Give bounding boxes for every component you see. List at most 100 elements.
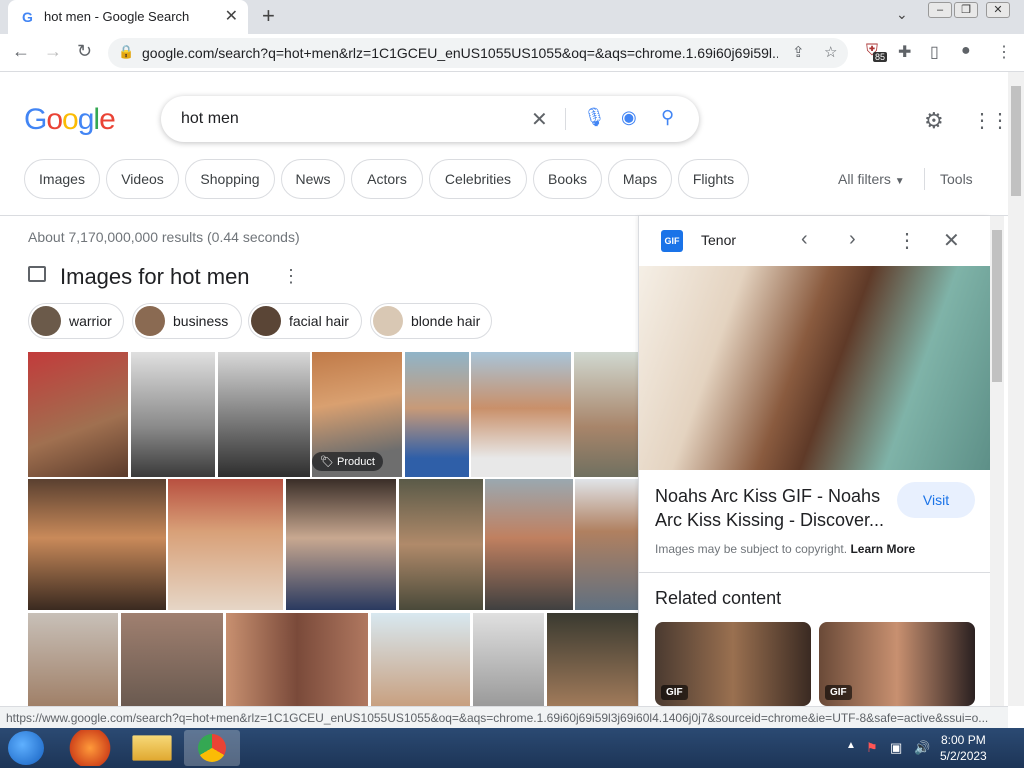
image-section-icon (28, 266, 46, 282)
image-result[interactable] (471, 352, 571, 477)
learn-more-link[interactable]: Learn More (850, 542, 915, 556)
chip-thumbnail (135, 306, 165, 336)
related-image[interactable]: GIF (819, 622, 975, 706)
image-result[interactable] (226, 613, 368, 706)
google-logo[interactable]: Google (24, 103, 116, 137)
google-apps-icon[interactable]: ⋮⋮⋮ (972, 108, 1008, 133)
filter-chip-news[interactable]: News (281, 159, 345, 199)
camera-search-icon[interactable]: ◉ (621, 107, 637, 128)
image-result[interactable] (28, 479, 166, 610)
image-result[interactable] (131, 352, 215, 477)
tenor-gif-icon: GIF (661, 230, 683, 252)
clock[interactable]: 8:00 PM 5/2/2023 (940, 732, 987, 764)
address-bar[interactable]: 🔒 google.com/search?q=hot+men&rlz=1C1GCE… (108, 38, 848, 68)
network-icon[interactable]: ▣ (890, 740, 902, 756)
image-result[interactable] (485, 479, 573, 610)
chrome-icon (198, 734, 226, 762)
close-window-button[interactable]: ✕ (986, 2, 1010, 18)
image-result[interactable] (286, 479, 396, 610)
restore-button[interactable]: ❐ (954, 2, 978, 18)
filter-chip-actors[interactable]: Actors (351, 159, 423, 199)
minimize-button[interactable]: – (928, 2, 952, 18)
all-filters-button[interactable]: All filters ▼ (838, 171, 905, 187)
caret-down-icon: ▼ (894, 176, 905, 187)
tools-divider (924, 168, 925, 190)
filter-chip-maps[interactable]: Maps (608, 159, 672, 199)
filter-chip-celebrities[interactable]: Celebrities (429, 159, 527, 199)
file-explorer-icon[interactable] (132, 735, 172, 761)
tab-search-chevron-icon[interactable]: ⌄ (896, 6, 908, 23)
refine-chip-warrior[interactable]: warrior (28, 303, 124, 339)
image-result[interactable] (121, 613, 223, 706)
lock-icon[interactable]: 🔒 (118, 44, 134, 60)
bookmark-star-icon[interactable]: ☆ (824, 43, 837, 61)
tab-strip: G hot men - Google Search ✕ + ⌄ – ❐ ✕ (0, 0, 1024, 34)
tab-active[interactable]: G hot men - Google Search ✕ (8, 0, 248, 34)
preview-title[interactable]: Noahs Arc Kiss GIF - Noahs Arc Kiss Kiss… (655, 484, 891, 532)
close-tab-icon[interactable]: ✕ (225, 6, 238, 26)
extensions-puzzle-icon[interactable]: ✚ (898, 42, 911, 62)
copyright-text: Images may be subject to copyright. (655, 542, 851, 556)
image-result[interactable] (371, 613, 470, 706)
new-tab-button[interactable]: + (262, 3, 275, 29)
share-icon[interactable]: ⇪ (792, 43, 805, 61)
image-result[interactable] (28, 352, 128, 477)
tray-arrow-icon[interactable]: ▲ (846, 740, 856, 751)
filter-chip-videos[interactable]: Videos (106, 159, 179, 199)
filter-chip-books[interactable]: Books (533, 159, 602, 199)
close-panel-icon[interactable]: ✕ (943, 228, 960, 253)
image-result[interactable] (168, 479, 283, 610)
clear-search-icon[interactable]: ✕ (531, 107, 548, 132)
refine-chip-business[interactable]: business (132, 303, 242, 339)
refine-chip-label: blonde hair (411, 313, 481, 329)
profile-avatar-icon[interactable]: ● (961, 42, 971, 60)
settings-gear-icon[interactable]: ⚙ (924, 108, 944, 134)
image-result[interactable] (547, 613, 638, 706)
image-result[interactable] (575, 479, 638, 610)
more-options-icon[interactable]: ⋮ (282, 266, 300, 287)
previous-image-icon[interactable]: ‹ (801, 228, 808, 251)
tools-button[interactable]: Tools (940, 171, 973, 187)
image-preview-panel: GIF Tenor ‹ › ⋮ ✕ Noahs Arc Kiss GIF - N… (638, 216, 991, 706)
chip-thumbnail (251, 306, 281, 336)
images-section-title[interactable]: Images for hot men (60, 264, 250, 290)
action-center-icon[interactable]: ⚑ (866, 740, 878, 756)
url-text[interactable]: google.com/search?q=hot+men&rlz=1C1GCEU_… (142, 45, 778, 61)
preview-image[interactable] (639, 266, 991, 470)
firefox-icon[interactable] (62, 730, 118, 766)
image-result[interactable] (574, 352, 638, 477)
voice-search-icon[interactable]: 🎙 (583, 107, 606, 128)
filter-chip-flights[interactable]: Flights (678, 159, 749, 199)
search-box[interactable]: hot men ✕ 🎙 ◉ ⚲ (161, 96, 699, 142)
page-scroll-thumb[interactable] (1011, 86, 1021, 196)
filter-chip-shopping[interactable]: Shopping (185, 159, 275, 199)
windows-start-button[interactable] (8, 731, 44, 765)
image-result[interactable] (473, 613, 544, 706)
browser-menu-icon[interactable]: ⋮ (996, 42, 1012, 62)
image-result[interactable] (399, 479, 483, 610)
filter-chip-images[interactable]: Images (24, 159, 100, 199)
panel-scroll-thumb[interactable] (992, 230, 1002, 382)
reload-icon[interactable]: ↻ (77, 41, 92, 62)
back-icon[interactable]: ← (12, 41, 30, 62)
tag-icon: 🏷 (320, 456, 334, 468)
volume-icon[interactable]: 🔊 (914, 740, 930, 756)
related-image[interactable]: GIF (655, 622, 811, 706)
source-name[interactable]: Tenor (701, 232, 736, 248)
chrome-taskbar-button[interactable] (184, 730, 240, 766)
product-badge-label: Product (337, 456, 375, 468)
search-icon[interactable]: ⚲ (661, 107, 674, 128)
image-result[interactable] (218, 352, 310, 477)
page-scrollbar[interactable] (1008, 72, 1024, 706)
refine-chip-blonde-hair[interactable]: blonde hair (370, 303, 492, 339)
refine-chip-facial-hair[interactable]: facial hair (248, 303, 362, 339)
side-panel-icon[interactable]: ▯ (930, 42, 939, 62)
visit-button[interactable]: Visit (897, 482, 975, 518)
search-input[interactable]: hot men (181, 110, 239, 128)
image-result[interactable] (28, 613, 118, 706)
more-options-icon[interactable]: ⋮ (897, 228, 917, 253)
image-result[interactable] (405, 352, 469, 477)
panel-scrollbar[interactable] (990, 216, 1004, 706)
next-image-icon[interactable]: › (849, 228, 856, 251)
forward-icon[interactable]: → (44, 41, 62, 62)
